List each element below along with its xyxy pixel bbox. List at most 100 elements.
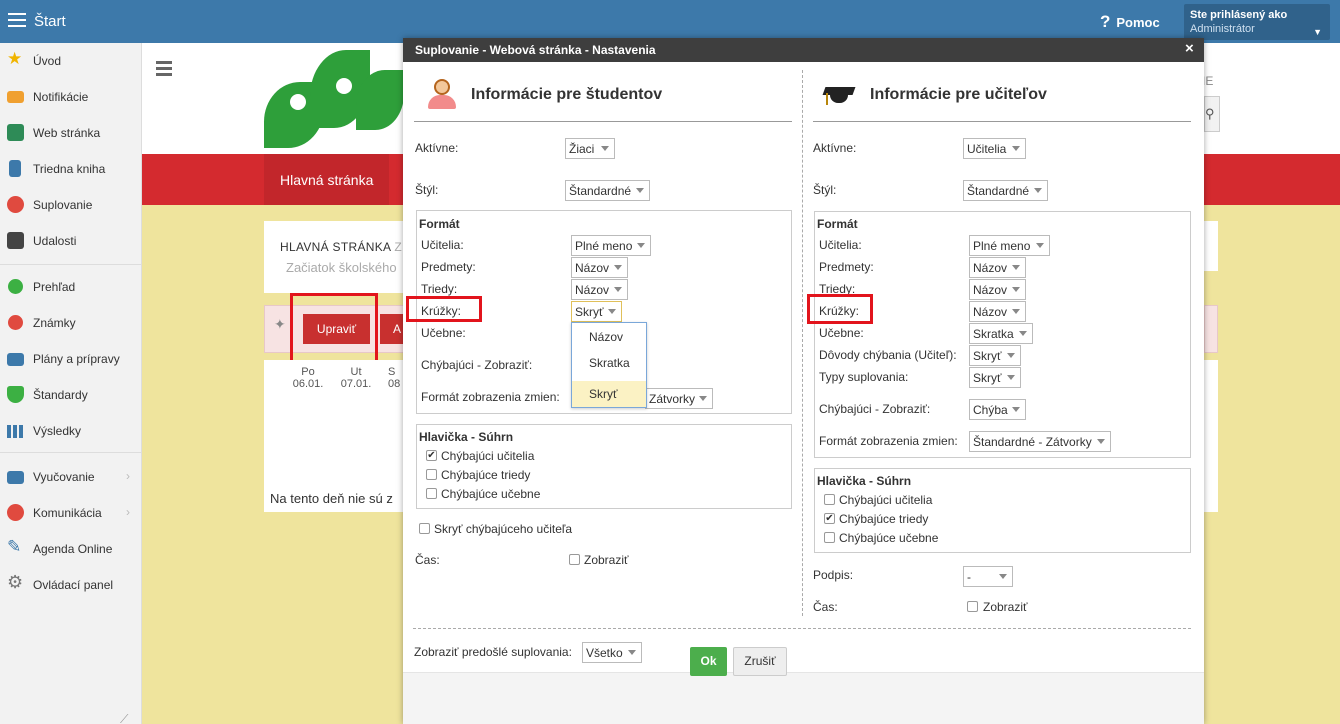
- teachers-teachers-select[interactable]: Plné meno: [969, 235, 1050, 256]
- time-label: Čas:: [813, 600, 838, 614]
- cancel-button[interactable]: Zrušiť: [733, 647, 787, 676]
- time-check-label: Zobraziť: [584, 553, 629, 567]
- resize-handle-icon[interactable]: ⟋: [120, 712, 128, 724]
- chevron-down-icon: ▼: [1313, 27, 1322, 37]
- sidebar-item-vyucovanie[interactable]: Vyučovanie ›: [0, 462, 142, 492]
- time-checkbox[interactable]: [967, 601, 978, 612]
- sidebar-item-uvod[interactable]: ★ Úvod: [0, 46, 142, 76]
- teachers-rooms-select[interactable]: Skratka: [969, 323, 1033, 344]
- day-header[interactable]: Ut 07.01.: [340, 366, 372, 390]
- students-heading: Informácie pre študentov: [471, 86, 663, 103]
- pen-icon: ✎: [7, 537, 22, 556]
- style-label: Štýl:: [415, 183, 439, 197]
- secondary-button[interactable]: A: [380, 314, 404, 344]
- students-circles-select[interactable]: Skryť: [571, 301, 622, 322]
- checkbox[interactable]: [426, 469, 437, 480]
- checkbox-label: Chýbajúci učitelia: [839, 493, 933, 507]
- checkbox-label: Chýbajúce učebne: [441, 487, 541, 501]
- day-header[interactable]: S 08: [388, 366, 404, 390]
- menu-icon[interactable]: [8, 13, 26, 27]
- sidebar-item-ovladaci-panel[interactable]: ⚙ Ovládací panel: [0, 570, 142, 600]
- checkbox[interactable]: ✔: [824, 513, 835, 524]
- students-classes-select[interactable]: Názov: [571, 279, 628, 300]
- students-changes-select[interactable]: Zátvorky: [645, 388, 713, 409]
- sidebar-item-plany[interactable]: Plány a prípravy: [0, 344, 142, 374]
- shield-icon: [7, 386, 24, 403]
- teachers-types-select[interactable]: Skryť: [969, 367, 1021, 388]
- close-icon[interactable]: ×: [1185, 40, 1194, 57]
- question-icon: ?: [1100, 12, 1111, 31]
- previous-substitutions-select[interactable]: Všetko: [582, 642, 642, 663]
- heading-underline: [414, 121, 792, 122]
- sidebar-item-komunikacia[interactable]: Komunikácia ›: [0, 498, 142, 528]
- sidebar-item-prehlad[interactable]: Prehľad: [0, 272, 142, 302]
- sidebar-item-triedna-kniha[interactable]: Triedna kniha: [0, 154, 142, 184]
- sidebar-item-agenda[interactable]: ✎ Agenda Online: [0, 534, 142, 564]
- user-logged-label: Ste prihlásený ako: [1190, 9, 1288, 21]
- highlight-box: [290, 293, 378, 363]
- checkbox[interactable]: [824, 494, 835, 505]
- card-edge: [1204, 221, 1218, 271]
- sidebar-item-vysledky[interactable]: Výsledky: [0, 416, 142, 446]
- tab-hlavna-stranka[interactable]: Hlavná stránka: [264, 154, 390, 205]
- sidebar-item-web-stranka[interactable]: Web stránka: [0, 118, 142, 148]
- teachers-subjects-select[interactable]: Názov: [969, 257, 1026, 278]
- dialog-footer: [403, 672, 1204, 724]
- day-card: Po 06.01. Ut 07.01. S 08 Na tento deň nie s…: [264, 360, 404, 512]
- bar-chart-icon: [7, 425, 23, 438]
- signature-select[interactable]: -: [963, 566, 1013, 587]
- no-entries-message: Na tento deň nie sú z: [270, 491, 393, 506]
- dropdown-option[interactable]: Skratka: [572, 350, 646, 376]
- hide-teacher-checkbox[interactable]: [419, 523, 430, 534]
- dialog-header: Suplovanie - Webová stránka - Nastavenia…: [403, 38, 1204, 62]
- teachers-circles-select[interactable]: Názov: [969, 301, 1026, 322]
- dropdown-option-selected[interactable]: Skryť: [572, 381, 646, 407]
- checkbox-label: Chýbajúce triedy: [839, 512, 929, 526]
- teachers-changes-select[interactable]: Štandardné - Zátvorky: [969, 431, 1111, 452]
- substitution-types-label: Typy suplovania:: [819, 370, 909, 384]
- toolbar-edge: [1204, 305, 1218, 353]
- students-style-select[interactable]: Štandardné: [565, 180, 650, 201]
- time-checkbox[interactable]: [569, 554, 580, 565]
- teachers-active-select[interactable]: Učitelia: [963, 138, 1026, 159]
- ok-button[interactable]: Ok: [690, 647, 727, 676]
- checkbox[interactable]: [426, 488, 437, 499]
- students-active-select[interactable]: Žiaci: [565, 138, 615, 159]
- teachers-reasons-select[interactable]: Skryť: [969, 345, 1021, 366]
- section-divider: [413, 628, 1191, 629]
- help-button[interactable]: ? Pomoc: [1100, 12, 1160, 32]
- book-icon: [9, 160, 21, 177]
- checkbox-label: Chýbajúci učitelia: [441, 449, 535, 463]
- user-menu[interactable]: Ste prihlásený ako Administrátor ▼: [1184, 4, 1330, 40]
- checkbox[interactable]: ✔: [426, 450, 437, 461]
- sidebar-item-suplovanie[interactable]: Suplovanie: [0, 190, 142, 220]
- hamburger-icon[interactable]: [156, 61, 172, 79]
- missing-label: Chýbajúci - Zobraziť:: [421, 358, 533, 372]
- sidebar-item-znamky[interactable]: Známky: [0, 308, 142, 338]
- hide-teacher-label: Skryť chýbajúceho učiteľa: [434, 522, 573, 536]
- heading-underline: [813, 121, 1191, 122]
- students-teachers-select[interactable]: Plné meno: [571, 235, 651, 256]
- students-subjects-select[interactable]: Názov: [571, 257, 628, 278]
- teachers-classes-select[interactable]: Názov: [969, 279, 1026, 300]
- day-header[interactable]: Po 06.01.: [292, 366, 324, 390]
- time-check-label: Zobraziť: [983, 600, 1028, 614]
- active-label: Aktívne:: [415, 141, 459, 155]
- sidebar-item-notifikacie[interactable]: Notifikácie: [0, 82, 142, 112]
- user-name: Administrátor: [1190, 23, 1255, 35]
- page-title: HLAVNÁ STRÁNKA Z: [280, 240, 402, 254]
- grade-icon: [8, 315, 23, 330]
- checkbox-label: Chýbajúce triedy: [441, 468, 531, 482]
- signature-label: Podpis:: [813, 568, 854, 582]
- checkbox[interactable]: [824, 532, 835, 543]
- sidebar-item-udalosti[interactable]: Udalosti: [0, 226, 142, 256]
- app-title[interactable]: Štart: [34, 13, 66, 30]
- teachers-style-select[interactable]: Štandardné: [963, 180, 1048, 201]
- teachers-missing-select[interactable]: Chýba: [969, 399, 1026, 420]
- search-icon[interactable]: ⚲: [1204, 96, 1220, 132]
- sidebar-item-standardy[interactable]: Štandardy: [0, 380, 142, 410]
- summary-title: Hlavička - Súhrn: [419, 430, 514, 444]
- dropdown-option[interactable]: Názov: [572, 324, 646, 350]
- changes-format-label: Formát zobrazenia zmien:: [421, 390, 560, 404]
- house-icon: [7, 124, 24, 141]
